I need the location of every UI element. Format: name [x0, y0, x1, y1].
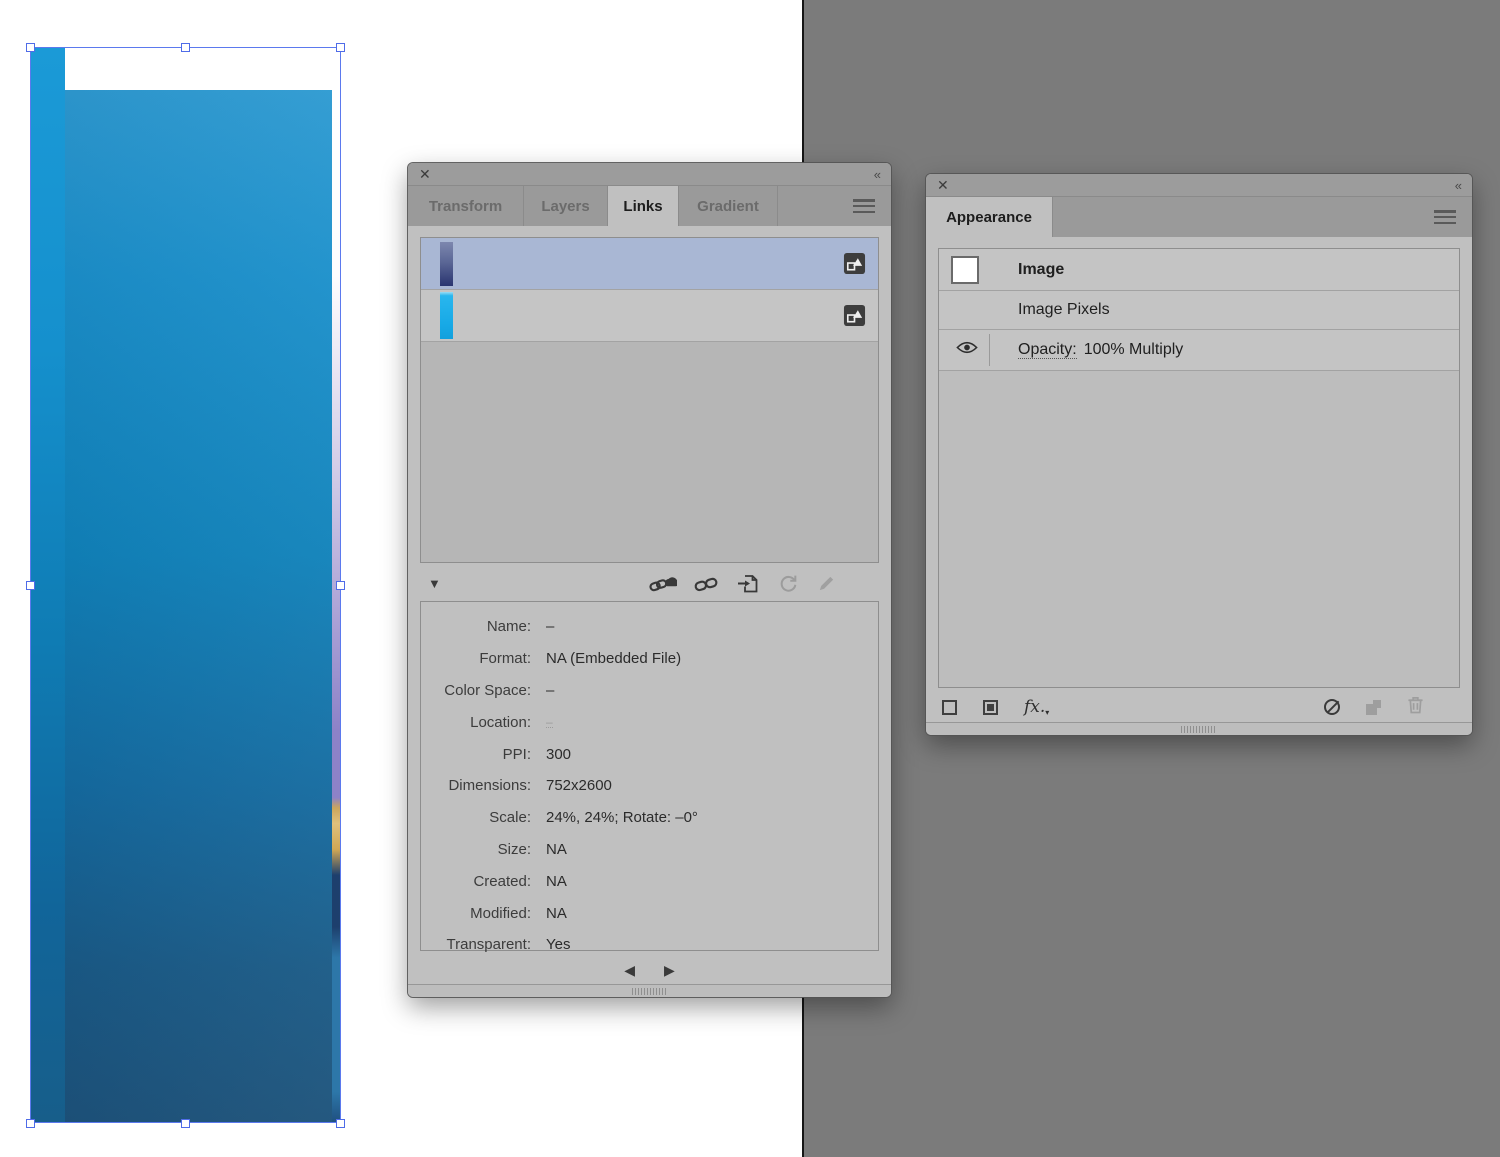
appearance-row-image-pixels[interactable]: Image Pixels	[939, 291, 1459, 330]
appearance-row-image[interactable]: Image	[939, 249, 1459, 291]
tab-transform[interactable]: Transform	[408, 186, 524, 226]
embedded-file-icon	[843, 252, 866, 275]
links-panel-titlebar: ✕ «	[408, 163, 891, 186]
info-label: Transparent:	[421, 936, 531, 953]
links-list	[420, 237, 879, 563]
selection-handle[interactable]	[336, 1119, 345, 1128]
info-value: 752x2600	[546, 777, 612, 794]
next-link-icon[interactable]: ▶	[664, 963, 675, 977]
add-new-stroke-icon[interactable]	[942, 700, 957, 715]
appearance-empty-area	[939, 371, 1459, 687]
add-new-fill-icon[interactable]	[983, 700, 998, 715]
selection-handle[interactable]	[26, 581, 35, 590]
relink-from-cc-libraries-icon[interactable]	[649, 574, 677, 593]
info-value: Yes	[546, 936, 570, 953]
divider	[989, 334, 990, 366]
add-new-effect-icon[interactable]: fx.▾	[1024, 697, 1049, 717]
opacity-link[interactable]: Opacity:	[1018, 341, 1077, 359]
tab-appearance[interactable]: Appearance	[926, 197, 1053, 237]
appearance-panel-tabs: Appearance	[926, 197, 1472, 237]
show-link-info-toggle[interactable]: ▼	[420, 576, 441, 591]
resize-grip[interactable]	[632, 988, 668, 995]
info-value: NA	[546, 841, 567, 858]
link-item-selected[interactable]	[421, 238, 878, 290]
visibility-eye-icon[interactable]	[956, 341, 978, 360]
close-icon[interactable]: ✕	[937, 178, 949, 192]
relink-icon[interactable]	[694, 575, 719, 592]
info-value: NA	[546, 873, 567, 890]
info-label: PPI:	[421, 746, 531, 763]
panel-menu-icon[interactable]	[1434, 210, 1456, 224]
tab-links[interactable]: Links	[608, 186, 679, 226]
link-thumbnail	[440, 292, 453, 339]
appearance-footer: fx.▾	[942, 692, 1456, 722]
tab-gradient[interactable]: Gradient	[679, 186, 778, 226]
selection-handle[interactable]	[181, 43, 190, 52]
info-value: 300	[546, 746, 571, 763]
links-panel: ✕ « Transform Layers Links Gradient ▼	[408, 163, 891, 997]
appearance-list: Image Image Pixels Opacity:100% Multiply	[938, 248, 1460, 688]
info-label: Scale:	[421, 809, 531, 826]
opacity-setting: Opacity:100% Multiply	[1018, 341, 1183, 359]
appearance-item-title: Image	[1018, 261, 1064, 279]
selection-handle[interactable]	[26, 43, 35, 52]
info-label: Modified:	[421, 905, 531, 922]
selection-bounding-box	[30, 47, 341, 1123]
fill-swatch[interactable]	[951, 256, 979, 284]
info-label: Color Space:	[421, 682, 531, 699]
location-link[interactable]: –	[546, 717, 553, 728]
selection-handle[interactable]	[336, 43, 345, 52]
selection-handle[interactable]	[181, 1119, 190, 1128]
appearance-row-opacity[interactable]: Opacity:100% Multiply	[939, 330, 1459, 371]
info-label: Size:	[421, 841, 531, 858]
update-link-icon	[777, 572, 799, 594]
links-panel-tabs: Transform Layers Links Gradient	[408, 186, 891, 226]
link-item[interactable]	[421, 290, 878, 342]
collapse-panel-icon[interactable]: «	[874, 168, 880, 181]
info-label: Name:	[421, 618, 531, 635]
selection-handle[interactable]	[26, 1119, 35, 1128]
info-value: –	[546, 618, 554, 635]
tab-layers[interactable]: Layers	[524, 186, 608, 226]
info-label: Dimensions:	[421, 777, 531, 794]
link-pagination: ◀ ▶	[408, 958, 891, 982]
info-label: Created:	[421, 873, 531, 890]
link-thumbnail	[440, 242, 453, 286]
info-value: NA	[546, 905, 567, 922]
appearance-item-label: Image Pixels	[1018, 301, 1110, 319]
embedded-file-icon	[843, 304, 866, 327]
info-value: NA (Embedded File)	[546, 650, 681, 667]
clear-appearance-icon[interactable]	[1324, 699, 1340, 715]
resize-grip[interactable]	[1181, 726, 1217, 733]
links-toolbar: ▼	[420, 570, 879, 596]
go-to-link-icon[interactable]	[736, 571, 760, 595]
appearance-panel: ✕ « Appearance Image Image Pixels Opacit…	[926, 174, 1472, 735]
link-info-box: Name:– Format:NA (Embedded File) Color S…	[420, 601, 879, 951]
selection-handle[interactable]	[336, 581, 345, 590]
panel-resize-strip	[926, 722, 1472, 735]
panel-resize-strip	[408, 984, 891, 997]
info-label: Format:	[421, 650, 531, 667]
close-icon[interactable]: ✕	[419, 167, 431, 181]
collapse-panel-icon[interactable]: «	[1455, 179, 1461, 192]
previous-link-icon[interactable]: ◀	[624, 963, 635, 977]
info-label: Location:	[421, 714, 531, 731]
appearance-panel-titlebar: ✕ «	[926, 174, 1472, 197]
delete-selected-item-icon	[1407, 695, 1424, 719]
edit-original-icon	[816, 573, 837, 594]
duplicate-selected-item-icon	[1366, 700, 1381, 715]
panel-menu-icon[interactable]	[853, 199, 875, 213]
info-value: –	[546, 682, 554, 699]
info-value: 24%, 24%; Rotate: –0°	[546, 809, 698, 826]
